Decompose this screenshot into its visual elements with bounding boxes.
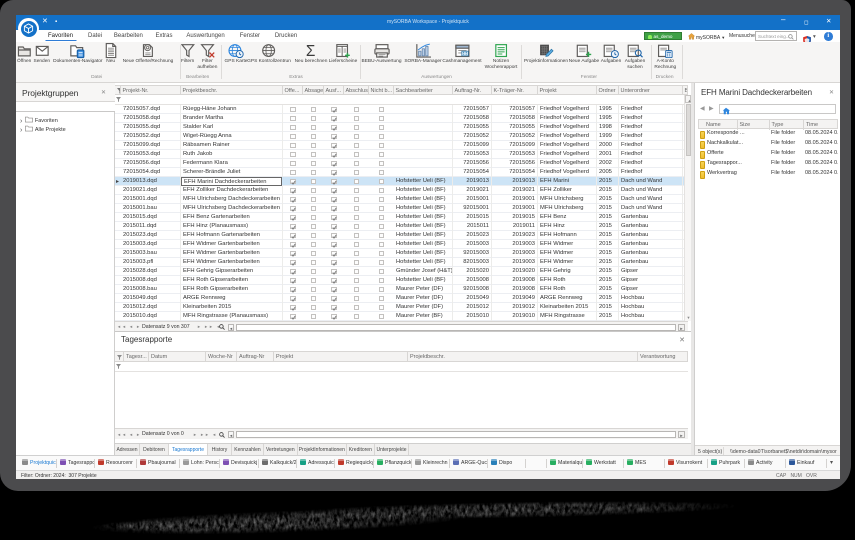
svg-text:Σ: Σ	[306, 43, 315, 58]
